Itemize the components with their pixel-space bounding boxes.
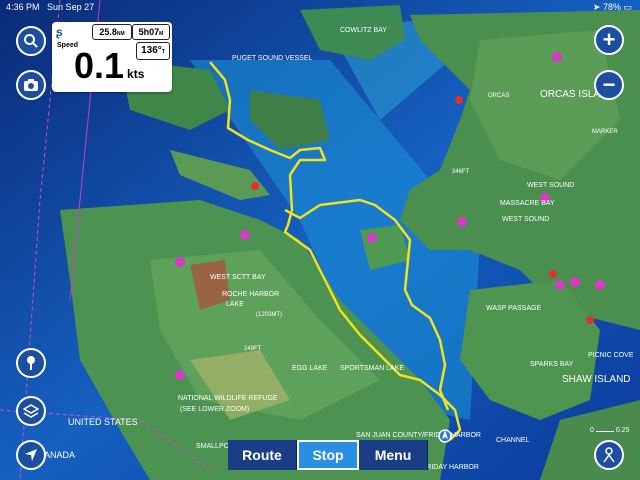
label-depth-346: 346FT <box>452 169 470 175</box>
person-icon <box>603 447 615 463</box>
label-national-wildlife: NATIONAL WILDLIFE REFUGE <box>178 395 278 402</box>
label-west-sound-2: WEST SOUND <box>502 216 549 223</box>
status-bar: 4:36 PM Sun Sep 27 ➤ 78% ▭ <box>0 0 640 14</box>
label-sportsman-lake: SPORTSMAN LAKE <box>340 365 404 372</box>
search-icon <box>24 34 38 48</box>
search-button[interactable] <box>16 26 46 56</box>
label-see-lower-zoom: (SEE LOWER ZOOM) <box>180 406 249 413</box>
distance-cell: 25.8NM <box>92 24 132 40</box>
scale-bar: 0 0.25 <box>590 427 630 434</box>
pin-button[interactable] <box>16 348 46 378</box>
label-puget-sound-vessel: PUGET SOUND VESSEL <box>232 55 313 62</box>
eta-cell: 5h07M <box>132 24 170 40</box>
plus-icon: + <box>602 27 616 52</box>
label-egg-lake: EGG LAKE <box>292 365 328 372</box>
zoom-out-button[interactable]: − <box>594 70 624 100</box>
camera-button[interactable] <box>16 70 46 100</box>
label-picnic-cove: PICNIC COVE <box>588 352 634 359</box>
label-wasp-passage: WASP PASSAGE <box>486 305 541 312</box>
bottom-toolbar: Route Stop Menu <box>228 440 428 470</box>
label-friday-harbor: FRIDAY HARBOR <box>422 464 479 471</box>
battery-indicator: ➤ 78% ▭ <box>592 2 632 12</box>
label-san-juan-county: SAN JUAN COUNTY/FRIDAY HARBOR <box>356 432 481 439</box>
navigation-panel: ʂ 25.8NM 5h07M Speed 0.1 kts 136°T <box>52 22 172 92</box>
camera-icon <box>24 79 38 91</box>
status-time: 4:36 PM Sun Sep 27 <box>6 2 95 12</box>
zoom-in-button[interactable]: + <box>594 25 624 55</box>
label-west-sound: WEST SOUND <box>527 182 574 189</box>
menu-button[interactable]: Menu <box>359 440 428 470</box>
label-depth-120: (1203MT) <box>256 312 282 318</box>
signal-icon: ʂ <box>56 25 63 39</box>
pin-icon <box>27 356 35 370</box>
layers-button[interactable] <box>16 396 46 426</box>
location-button[interactable] <box>16 440 46 470</box>
label-channel: CHANNEL <box>496 437 530 444</box>
label-orcas: ORCAS <box>488 93 509 99</box>
heading-cell: 136°T <box>136 42 170 60</box>
label-massacre-bay: MASSACRE BAY <box>500 200 555 207</box>
label-sparks-bay: SPARKS BAY <box>530 361 574 368</box>
label-united-states: UNITED STATES <box>68 417 138 427</box>
boat-position-icon <box>438 429 452 443</box>
label-canada: ANADA <box>44 450 75 460</box>
minus-icon: − <box>602 72 616 97</box>
label-roche-harbor: ROCHE HARBOR <box>222 291 279 298</box>
stop-button[interactable]: Stop <box>297 440 359 470</box>
label-west-sctt-bay: WEST SCTT BAY <box>210 274 266 281</box>
label-marker: MARKER <box>592 129 618 135</box>
layers-icon <box>23 404 39 418</box>
user-button[interactable] <box>594 440 624 470</box>
label-depth-249: 249FT <box>244 346 262 352</box>
label-shaw-island: SHAW ISLAND <box>562 374 631 385</box>
label-lake: LAKE <box>226 301 244 308</box>
route-button[interactable]: Route <box>228 440 297 470</box>
navigation-arrow-icon <box>25 449 37 461</box>
speed-value: 0.1 kts <box>74 45 145 86</box>
label-cowlitz-bay: COWLITZ BAY <box>340 27 387 34</box>
